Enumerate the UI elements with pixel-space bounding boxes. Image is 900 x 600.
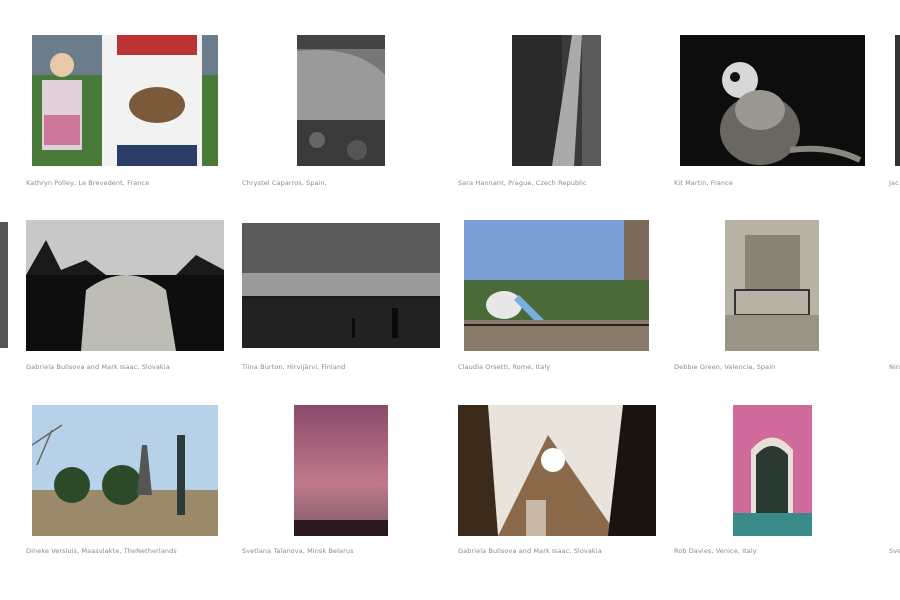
photo-canal-reflection[interactable]	[512, 35, 601, 166]
photo-torso-silhouette[interactable]	[26, 220, 224, 351]
photo-caption: Svetlana Talanova, Minsk Belarus	[242, 547, 354, 555]
photo-sunburst-ruin[interactable]	[458, 405, 656, 536]
photo-caption: Sve	[889, 547, 900, 555]
photo-elephant-slide[interactable]	[464, 220, 649, 351]
photo-caption: Jac	[889, 179, 899, 187]
photo-caption: Rob Davies, Venice, Italy	[674, 547, 757, 555]
photo-lake-pier[interactable]	[242, 223, 440, 348]
photo-caption: Debbie Green, Valencia, Spain	[674, 363, 776, 371]
photo-caption: Nin	[889, 363, 900, 371]
photo-lemur[interactable]	[680, 35, 865, 166]
photo-pool-edge[interactable]	[297, 35, 385, 166]
photo-caption: Tiina Burton, Hirvijärvi, Finland	[242, 363, 346, 371]
photo-power-lines[interactable]	[32, 405, 218, 536]
photo-cut-left-2[interactable]	[0, 222, 8, 348]
photo-caption: Dineke Versluis, Maasvlakte, TheNetherla…	[26, 547, 177, 555]
photo-venice-doorway[interactable]	[733, 405, 812, 536]
photo-caption: Gabriela Bulisova and Mark Isaac, Slovak…	[26, 363, 170, 371]
photo-caption: Kit Martin, France	[674, 179, 733, 187]
photo-girl-with-rabbit[interactable]	[32, 35, 218, 166]
photo-caption: Sara Hannant, Prague, Czech Republic	[458, 179, 587, 187]
photo-caption: Chrystel Caparros, Spain,	[242, 179, 327, 187]
photo-pink-sky[interactable]	[294, 405, 388, 536]
photo-balcony-facade[interactable]	[725, 220, 819, 351]
photo-caption: Kathryn Polley, Le Brevedent, France	[26, 179, 150, 187]
photo-caption: Claudia Orsetti, Rome, Italy	[458, 363, 551, 371]
photo-caption: Gabriela Bulisova and Mark Isaac, Slovak…	[458, 547, 602, 555]
photo-cut-right-1[interactable]	[895, 35, 900, 166]
